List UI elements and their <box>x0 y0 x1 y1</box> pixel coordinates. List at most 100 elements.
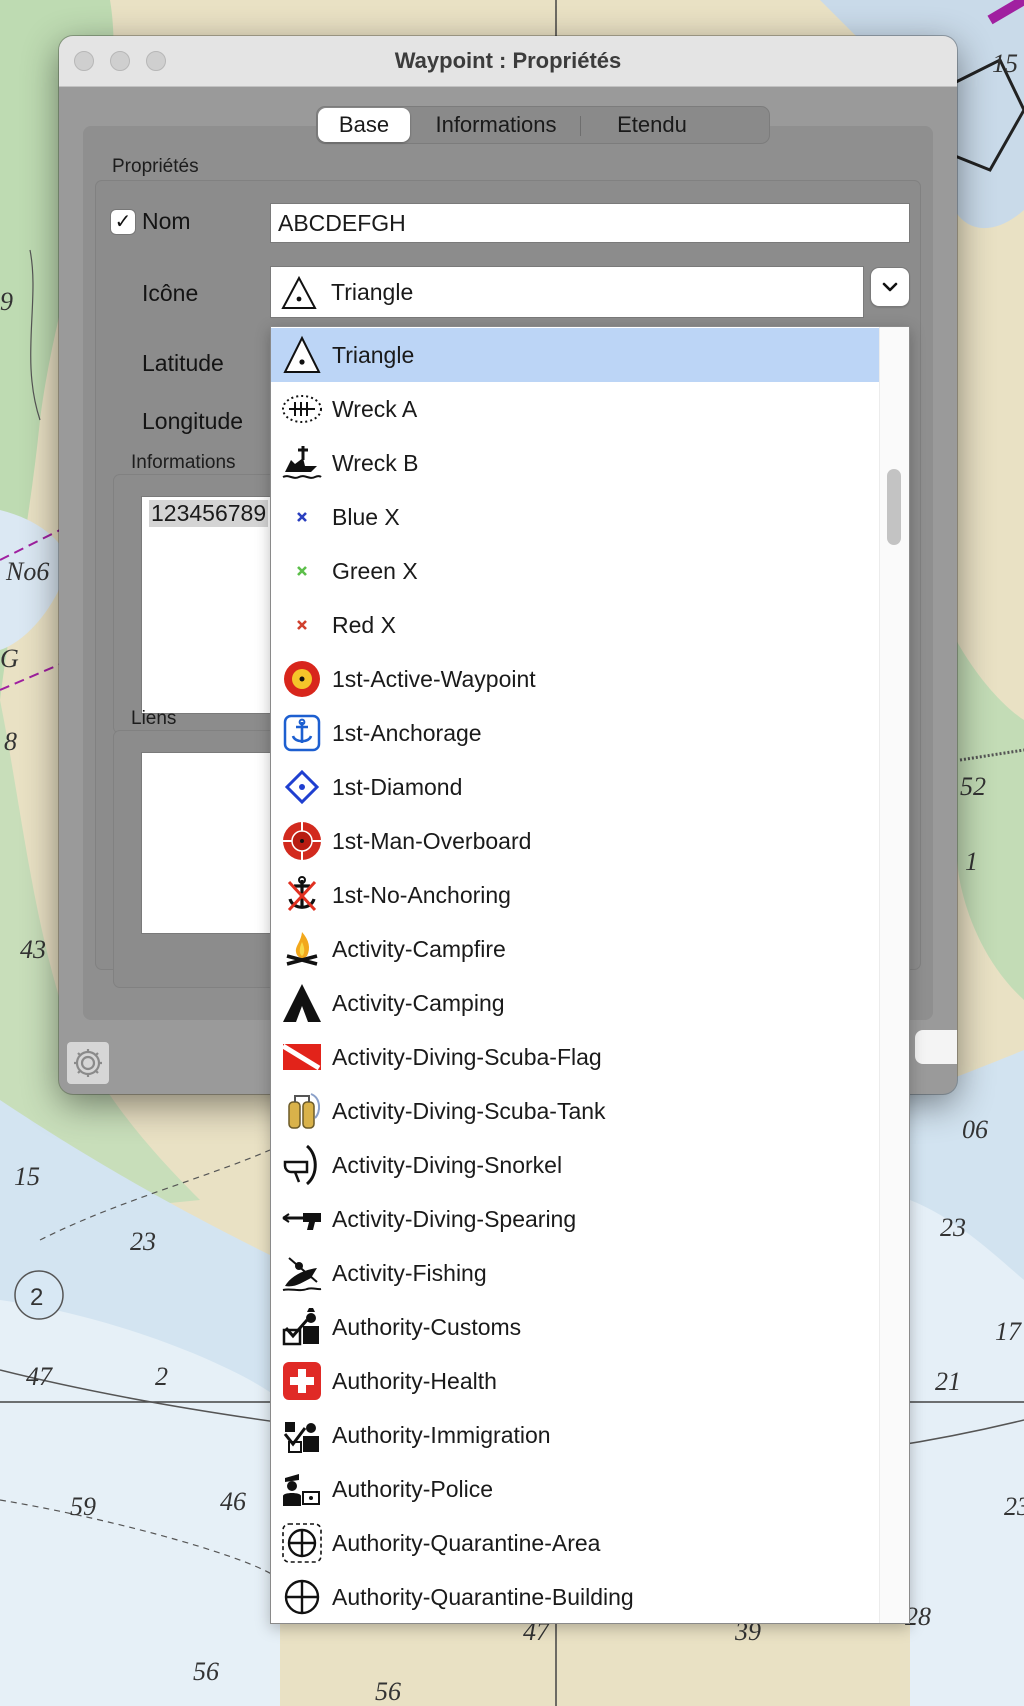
icon-option[interactable]: 1st-Diamond <box>271 760 879 814</box>
icon-option[interactable]: Authority-Quarantine-Area <box>271 1516 879 1570</box>
green-x-icon <box>297 566 307 576</box>
icon-option[interactable]: Green X <box>271 544 879 598</box>
settings-button[interactable] <box>67 1042 109 1084</box>
name-field[interactable]: ABCDEFGH <box>270 203 910 243</box>
icon-option-label: 1st-Man-Overboard <box>332 828 532 854</box>
icon-option-label: 1st-No-Anchoring <box>332 882 511 908</box>
campfire-icon <box>286 932 318 966</box>
map-depth-label: 47 <box>26 1362 53 1391</box>
icon-combobox-value: Triangle <box>331 279 414 305</box>
map-depth-label: 8 <box>4 727 17 756</box>
title-bar[interactable]: Waypoint : Propriétés <box>59 36 957 87</box>
icon-option[interactable]: 1st-Anchorage <box>271 706 879 760</box>
icon-option[interactable]: Authority-Police <box>271 1462 879 1516</box>
icon-option-label: Activity-Fishing <box>332 1260 487 1286</box>
icon-option-label: Wreck A <box>332 396 418 422</box>
spearing-icon <box>282 1213 321 1230</box>
icon-dropdown-button[interactable] <box>871 268 909 306</box>
informations-text: 123456789 <box>149 500 269 527</box>
icon-option-label: Activity-Camping <box>332 990 505 1016</box>
map-depth-label: 56 <box>193 1657 219 1686</box>
icon-option[interactable]: Red X <box>271 598 879 652</box>
health-icon <box>283 1362 321 1400</box>
icon-option-label: Authority-Quarantine-Building <box>332 1584 634 1610</box>
map-depth-label: 23 <box>940 1213 966 1242</box>
icon-label: Icône <box>142 280 199 306</box>
name-label: Nom <box>142 208 191 234</box>
tab-base[interactable]: Base <box>318 108 410 142</box>
map-depth-label: G <box>0 644 19 673</box>
icon-option[interactable]: Blue X <box>271 490 879 544</box>
name-checkbox[interactable]: ✓ <box>111 210 135 234</box>
icon-option[interactable]: 1st-Active-Waypoint <box>271 652 879 706</box>
map-depth-label: 43 <box>20 935 46 964</box>
no-anchoring-icon <box>287 876 317 912</box>
latitude-label: Latitude <box>142 350 224 376</box>
map-depth-label: 23 <box>1004 1492 1024 1521</box>
icon-option[interactable]: Activity-Fishing <box>271 1246 879 1300</box>
anchorage-icon <box>283 714 321 752</box>
map-depth-label: 2 <box>30 1284 43 1311</box>
map-depth-label: 23 <box>130 1227 156 1256</box>
man-overboard-icon <box>283 822 321 860</box>
properties-section-title: Propriétés <box>112 156 199 177</box>
gear-icon <box>74 1049 102 1077</box>
tab-informations[interactable]: Informations <box>417 107 575 143</box>
icon-option[interactable]: Authority-Customs <box>271 1300 879 1354</box>
icon-dropdown-list[interactable]: Authority-Quarantine-Building Authority-Q… <box>270 326 910 1624</box>
icon-option[interactable]: Activity-Diving-Snorkel <box>271 1138 879 1192</box>
icon-option[interactable]: Wreck B <box>271 436 879 490</box>
tab-separator <box>580 116 581 136</box>
icon-option[interactable]: Wreck A <box>271 382 879 436</box>
map-depth-label: 9 <box>0 287 13 316</box>
icon-option[interactable]: Activity-Diving-Scuba-Tank <box>271 1084 879 1138</box>
icon-option[interactable]: 1st-Man-Overboard <box>271 814 879 868</box>
icon-option-label: Activity-Diving-Scuba-Flag <box>332 1044 602 1070</box>
red-x-icon <box>297 620 307 630</box>
map-depth-label: 52 <box>960 772 986 801</box>
icon-option-label: Authority-Health <box>332 1368 497 1394</box>
map-depth-label: 17 <box>995 1317 1022 1346</box>
window-title: Waypoint : Propriétés <box>394 48 622 73</box>
map-depth-label: 2 <box>155 1362 168 1391</box>
icon-option-label: 1st-Active-Waypoint <box>332 666 536 692</box>
map-depth-label: 06 <box>962 1115 988 1144</box>
icon-option[interactable]: Activity-Camping <box>271 976 879 1030</box>
icon-option-label: 1st-Anchorage <box>332 720 482 746</box>
icon-option[interactable]: Activity-Diving-Spearing <box>271 1192 879 1246</box>
icon-option[interactable]: Triangle <box>271 328 879 382</box>
longitude-label: Longitude <box>142 408 244 434</box>
icon-option[interactable]: Authority-Immigration <box>271 1408 879 1462</box>
triangle-icon <box>283 335 321 373</box>
triangle-icon <box>281 275 317 309</box>
diamond-icon <box>284 769 320 805</box>
wreck-b-icon <box>282 446 322 479</box>
tab-bar: Base Informations Etendu <box>316 106 770 144</box>
immigration-icon <box>283 1422 319 1453</box>
quarantine-building-icon <box>284 1579 320 1615</box>
tab-etendu[interactable]: Etendu <box>585 107 719 143</box>
map-depth-label: 46 <box>220 1487 246 1516</box>
map-depth-label: 21 <box>935 1367 961 1396</box>
active-waypoint-icon <box>284 661 320 697</box>
icon-combobox[interactable]: Triangle <box>270 266 864 318</box>
icon-option-label: Wreck B <box>332 450 419 476</box>
icon-option[interactable]: Authority-Quarantine-Building <box>271 1570 879 1623</box>
fishing-icon <box>282 1257 322 1292</box>
icon-option-label: Green X <box>332 558 418 584</box>
scuba-flag-icon <box>281 1043 321 1071</box>
icon-option[interactable]: Activity-Campfire <box>271 922 879 976</box>
icon-option-label: Blue X <box>332 504 400 530</box>
informations-section-title: Informations <box>131 452 236 473</box>
links-section-title: Liens <box>131 708 177 729</box>
snorkel-icon <box>283 1144 317 1186</box>
icon-option-label: Authority-Immigration <box>332 1422 551 1448</box>
icon-option-label: Activity-Diving-Snorkel <box>332 1152 563 1178</box>
icon-option[interactable]: 1st-No-Anchoring <box>271 868 879 922</box>
dropdown-scrollbar-thumb[interactable] <box>887 469 901 545</box>
icon-option-label: Activity-Diving-Scuba-Tank <box>332 1098 606 1124</box>
icon-option[interactable]: Authority-Health <box>271 1354 879 1408</box>
dialog-action-button[interactable] <box>915 1030 957 1064</box>
icon-option-label: 1st-Diamond <box>332 774 463 800</box>
icon-option[interactable]: Activity-Diving-Scuba-Flag <box>271 1030 879 1084</box>
